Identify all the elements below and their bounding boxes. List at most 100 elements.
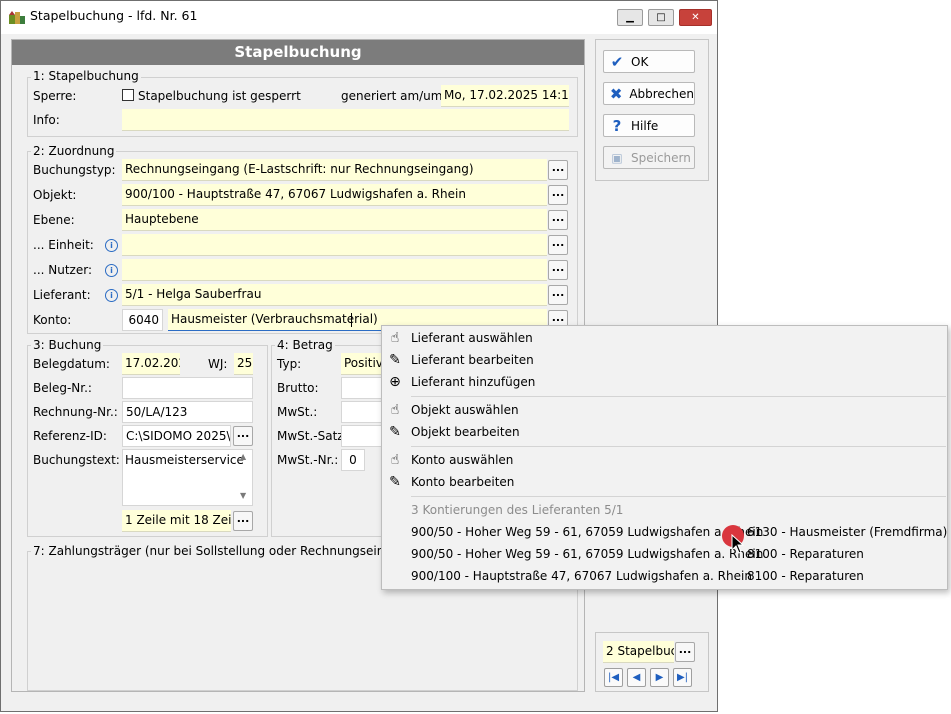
prev-icon: ◀ bbox=[632, 672, 641, 683]
kontierung-item[interactable]: 900/50 - Hoher Weg 59 - 61, 67059 Ludwig… bbox=[382, 543, 947, 565]
kontierung-item[interactable]: 900/100 - Hauptstraße 47, 67067 Ludwigsh… bbox=[382, 565, 947, 587]
brutto-field[interactable] bbox=[341, 377, 383, 399]
plus-circle-icon: ⊕ bbox=[389, 374, 401, 390]
next-record-button[interactable]: ▶ bbox=[650, 668, 669, 687]
rechnungnr-field[interactable]: 50/LA/123 bbox=[122, 401, 253, 423]
lieferant-label: Lieferant: bbox=[33, 288, 91, 302]
prev-record-button[interactable]: ◀ bbox=[627, 668, 646, 687]
menu-item-lieferant-hinzufuegen[interactable]: ⊕ Lieferant hinzufügen bbox=[382, 371, 947, 393]
mwst-field[interactable] bbox=[341, 401, 383, 423]
referenz-dots-button[interactable]: ... bbox=[233, 426, 253, 446]
speichern-button[interactable]: ▣ Speichern bbox=[603, 146, 695, 169]
mwst-nr-field[interactable]: 0 bbox=[341, 449, 365, 471]
typ-field[interactable]: Positiv bbox=[341, 353, 383, 375]
info-label: Info: bbox=[33, 113, 60, 127]
scroll-down-icon[interactable]: ▼ bbox=[240, 491, 246, 500]
rechnungnr-label: Rechnung-Nr.: bbox=[33, 405, 118, 419]
maximize-button[interactable]: □ bbox=[648, 9, 674, 26]
referenz-field[interactable]: C:\SIDOMO 2025\_in bbox=[122, 425, 231, 447]
einheit-dots-button[interactable]: ... bbox=[548, 235, 568, 255]
objekt-label: Objekt: bbox=[33, 188, 77, 202]
menu-item-lieferant-bearbeiten[interactable]: ✎ Lieferant bearbeiten bbox=[382, 349, 947, 371]
ebene-dots-button[interactable]: ... bbox=[548, 210, 568, 230]
generiert-label: generiert am/um: bbox=[341, 89, 447, 103]
mwst-satz-field[interactable] bbox=[341, 425, 383, 447]
mwst-satz-label: MwSt.-Satz: bbox=[277, 429, 348, 443]
sperre-checkbox[interactable] bbox=[122, 89, 134, 101]
last-icon: ▶| bbox=[676, 672, 689, 683]
ebene-label: Ebene: bbox=[33, 213, 75, 227]
menu-item-objekt-bearbeiten[interactable]: ✎ Objekt bearbeiten bbox=[382, 421, 947, 443]
info-icon[interactable]: i bbox=[105, 289, 118, 302]
buchungstext-value: Hausmeisterservice bbox=[125, 453, 244, 467]
close-button[interactable]: ✕ bbox=[679, 9, 712, 26]
objekt-field[interactable]: 900/100 - Hauptstraße 47, 67067 Ludwigsh… bbox=[122, 184, 547, 206]
section1-title: 1: Stapelbuchung bbox=[31, 69, 141, 83]
info-icon[interactable]: i bbox=[105, 264, 118, 277]
konto-number-field[interactable]: 6040 bbox=[122, 309, 163, 331]
speichern-label: Speichern bbox=[631, 150, 691, 165]
hand-pointer-icon: ☝ bbox=[390, 330, 400, 346]
menu-item-objekt-auswaehlen[interactable]: ☝ Objekt auswählen bbox=[382, 399, 947, 421]
nutzer-field[interactable] bbox=[122, 259, 547, 281]
einheit-field[interactable] bbox=[122, 234, 547, 256]
section3-title: 3: Buchung bbox=[31, 338, 104, 352]
x-icon: ✖ bbox=[609, 84, 623, 103]
ebene-field[interactable]: Hauptebene bbox=[122, 209, 547, 231]
stack-dots-button[interactable]: ... bbox=[675, 642, 695, 662]
kontierung-item[interactable]: 900/50 - Hoher Weg 59 - 61, 67059 Ludwig… bbox=[382, 521, 947, 543]
mwst-nr-label: MwSt.-Nr.: bbox=[277, 453, 339, 467]
zeilen-info-field: 1 Zeile mit 18 Zeichen bbox=[122, 510, 231, 532]
page-title: Stapelbuchung bbox=[12, 40, 584, 65]
last-record-button[interactable]: ▶| bbox=[673, 668, 692, 687]
nutzer-dots-button[interactable]: ... bbox=[548, 260, 568, 280]
hilfe-button[interactable]: ? Hilfe bbox=[603, 114, 695, 137]
section2-title: 2: Zuordnung bbox=[31, 144, 117, 158]
text-cursor bbox=[351, 313, 352, 327]
buchungstyp-label: Buchungstyp: bbox=[33, 163, 116, 177]
buchungstext-label: Buchungstext: bbox=[33, 453, 120, 467]
belegdatum-label: Belegdatum: bbox=[33, 357, 110, 371]
sperre-label: Sperre: bbox=[33, 89, 77, 103]
minimize-button[interactable]: ▁ bbox=[617, 9, 643, 26]
belegnr-field[interactable] bbox=[122, 377, 253, 399]
hilfe-label: Hilfe bbox=[631, 118, 659, 133]
buchungstext-dots-button[interactable]: ... bbox=[233, 511, 253, 531]
hand-pointer-icon: ☝ bbox=[390, 452, 400, 468]
minimize-icon: ▁ bbox=[626, 12, 634, 23]
info-field[interactable] bbox=[122, 109, 569, 131]
konto-label: Konto: bbox=[33, 313, 72, 327]
menu-item-konto-auswaehlen[interactable]: ☝ Konto auswählen bbox=[382, 449, 947, 471]
wj-label: WJ: bbox=[208, 357, 228, 371]
referenz-label: Referenz-ID: bbox=[33, 429, 107, 443]
buchungstyp-dots-button[interactable]: ... bbox=[548, 160, 568, 180]
floppy-icon: ▣ bbox=[611, 150, 623, 165]
buchungstyp-field[interactable]: Rechnungseingang (E-Lastschrift: nur Rec… bbox=[122, 159, 547, 181]
abbrechen-button[interactable]: ✖ Abbrechen bbox=[603, 82, 695, 105]
brutto-label: Brutto: bbox=[277, 381, 319, 395]
nutzer-label: ... Nutzer: bbox=[33, 263, 92, 277]
objekt-dots-button[interactable]: ... bbox=[548, 185, 568, 205]
lieferant-dots-button[interactable]: ... bbox=[548, 285, 568, 305]
hand-pointer-icon: ☝ bbox=[390, 402, 400, 418]
menu-separator bbox=[411, 396, 946, 397]
first-record-button[interactable]: |◀ bbox=[604, 668, 623, 687]
pencil-icon: ✎ bbox=[389, 474, 401, 490]
sperre-checkbox-label[interactable]: Stapelbuchung ist gesperrt bbox=[138, 89, 301, 103]
section7-title: 7: Zahlungsträger (nur bei Sollstellung … bbox=[31, 544, 422, 558]
belegnr-label: Beleg-Nr.: bbox=[33, 381, 92, 395]
pencil-icon: ✎ bbox=[389, 352, 401, 368]
kontierungen-header: 3 Kontierungen des Lieferanten 5/1 bbox=[411, 503, 624, 517]
ok-button[interactable]: ✔ OK bbox=[603, 50, 695, 73]
scroll-up-icon[interactable]: ▲ bbox=[240, 452, 246, 461]
belegdatum-field[interactable]: 17.02.2025 bbox=[122, 353, 180, 375]
einheit-label: ... Einheit: bbox=[33, 238, 94, 252]
menu-item-lieferant-auswaehlen[interactable]: ☝ Lieferant auswählen bbox=[382, 327, 947, 349]
mouse-cursor-icon bbox=[731, 534, 745, 554]
info-icon[interactable]: i bbox=[105, 239, 118, 252]
typ-label: Typ: bbox=[277, 357, 302, 371]
mwst-label: MwSt.: bbox=[277, 405, 318, 419]
lieferant-field[interactable]: 5/1 - Helga Sauberfrau bbox=[122, 284, 547, 306]
wj-field[interactable]: 25 bbox=[234, 353, 253, 375]
menu-item-konto-bearbeiten[interactable]: ✎ Konto bearbeiten bbox=[382, 471, 947, 493]
